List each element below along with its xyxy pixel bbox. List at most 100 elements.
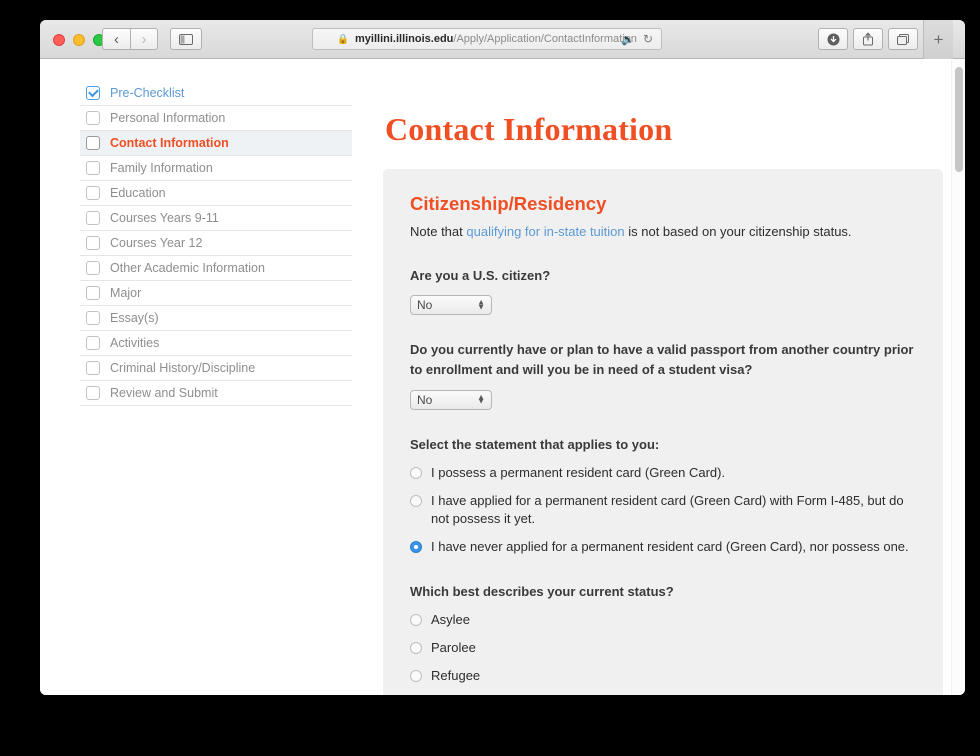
checkbox-icon[interactable]	[86, 211, 100, 225]
sidebar-item-label: Activities	[110, 335, 160, 350]
page-scrollbar[interactable]	[951, 59, 965, 695]
stepper-arrows-icon: ▲ ▼	[477, 392, 485, 406]
current-status-radio-group: Asylee Parolee Refugee Other and my	[410, 611, 916, 695]
checkbox-icon[interactable]	[86, 111, 100, 125]
sidebar-item-major[interactable]: Major	[80, 281, 352, 306]
checkbox-icon[interactable]	[86, 386, 100, 400]
sidebar-item-label: Review and Submit	[110, 385, 218, 400]
radio-option[interactable]: I have applied for a permanent resident …	[410, 492, 916, 530]
sidebar-item-review-and-submit[interactable]: Review and Submit	[80, 381, 352, 406]
forward-button[interactable]: ›	[130, 28, 158, 50]
sidebar-item-contact-information[interactable]: Contact Information	[80, 131, 352, 156]
panel-title: Citizenship/Residency	[410, 193, 607, 214]
stepper-arrows-icon: ▲ ▼	[477, 297, 485, 312]
checkbox-icon[interactable]	[86, 261, 100, 275]
plus-icon: +	[933, 30, 944, 49]
radio-option[interactable]: Refugee	[410, 667, 916, 686]
radio-icon[interactable]	[410, 614, 422, 627]
question-label: Select the statement that applies to you…	[410, 436, 660, 452]
url-text: myillini.illinois.edu/Apply/Application/…	[355, 33, 637, 45]
sidebar-item-label: Major	[110, 285, 142, 300]
sidebar-item-label: Essay(s)	[110, 310, 159, 325]
sidebar-item-label: Other Academic Information	[110, 260, 265, 275]
url-host: myillini.illinois.edu	[355, 33, 454, 45]
radio-icon[interactable]	[410, 494, 422, 507]
checkbox-icon[interactable]	[86, 336, 100, 350]
page-title: Contact Information	[385, 111, 673, 147]
radio-option[interactable]: I have never applied for a permanent res…	[410, 538, 916, 557]
note-prefix: Note that	[410, 224, 467, 239]
sidebar-item-criminal-history-discipline[interactable]: Criminal History/Discipline	[80, 356, 352, 381]
green-card-radio-group: I possess a permanent resident card (Gre…	[410, 464, 916, 557]
page-content: Pre-Checklist Personal Information Conta…	[40, 59, 965, 695]
sidebar-item-courses-years-9-11[interactable]: Courses Years 9-11	[80, 206, 352, 231]
sidebar-item-other-academic-information[interactable]: Other Academic Information	[80, 256, 352, 281]
sidebar-item-label: Personal Information	[110, 110, 226, 125]
tabs-icon	[897, 33, 909, 45]
note-suffix: is not based on your citizenship status.	[624, 224, 852, 239]
radio-icon[interactable]	[410, 466, 422, 479]
download-icon	[827, 33, 839, 45]
close-window-button[interactable]	[53, 34, 65, 46]
checkbox-icon[interactable]	[86, 311, 100, 325]
passport-visa-select-value: No	[417, 392, 433, 407]
us-citizen-select[interactable]: No ▲ ▼	[410, 295, 492, 316]
radio-option-label: Asylee	[431, 612, 471, 628]
minimize-window-button[interactable]	[73, 34, 85, 46]
application-checklist-nav: Pre-Checklist Personal Information Conta…	[80, 81, 352, 406]
radio-option-label: Parolee	[431, 640, 476, 656]
sidebar-item-label: Family Information	[110, 160, 213, 175]
radio-option[interactable]: I possess a permanent resident card (Gre…	[410, 464, 916, 483]
sidebar-item-pre-checklist[interactable]: Pre-Checklist	[80, 81, 352, 106]
reload-icon[interactable]: ↻	[643, 32, 653, 46]
back-button[interactable]: ‹	[102, 28, 130, 50]
sidebar-item-label: Criminal History/Discipline	[110, 360, 256, 375]
us-citizen-select-value: No	[417, 298, 433, 313]
radio-option[interactable]: Asylee	[410, 611, 916, 630]
question-label: Do you currently have or plan to have a …	[410, 342, 914, 378]
sidebar-item-courses-year-12[interactable]: Courses Year 12	[80, 231, 352, 256]
passport-visa-select[interactable]: No ▲ ▼	[410, 389, 492, 410]
address-bar[interactable]: 🔒 myillini.illinois.edu/Apply/Applicatio…	[312, 28, 662, 50]
checkbox-checked-icon[interactable]	[86, 86, 100, 100]
show-tabs-button[interactable]	[888, 28, 918, 50]
sidebar-item-label: Contact Information	[110, 135, 229, 150]
question-green-card-statement: Select the statement that applies to you…	[410, 435, 916, 558]
checkbox-icon[interactable]	[86, 161, 100, 175]
lock-icon: 🔒	[337, 33, 349, 45]
radio-selected-icon[interactable]	[410, 541, 422, 554]
sidebar-item-label: Courses Years 9-11	[110, 210, 219, 225]
new-tab-button[interactable]: +	[923, 20, 953, 59]
url-path: /Apply/Application/ContactInformation	[453, 33, 637, 45]
radio-icon[interactable]	[410, 642, 422, 655]
share-icon	[863, 32, 873, 46]
browser-toolbar: ‹ › 🔒 myillini.illinois.edu/Apply/Applic…	[40, 20, 965, 59]
question-current-status: Which best describes your current status…	[410, 582, 916, 695]
checkbox-icon[interactable]	[86, 186, 100, 200]
radio-option-label: I possess a permanent resident card (Gre…	[431, 464, 726, 480]
sidebar-item-education[interactable]: Education	[80, 181, 352, 206]
sound-icon[interactable]: 🔈	[621, 33, 635, 46]
downloads-button[interactable]	[818, 28, 848, 50]
radio-icon[interactable]	[410, 669, 422, 682]
checkbox-icon[interactable]	[86, 236, 100, 250]
in-state-tuition-link[interactable]: qualifying for in-state tuition	[466, 224, 624, 239]
radio-option[interactable]: Parolee	[410, 639, 916, 658]
question-label: Which best describes your current status…	[410, 584, 674, 600]
checkbox-icon[interactable]	[86, 136, 100, 150]
citizenship-residency-panel: Citizenship/Residency Note that qualifyi…	[383, 169, 943, 695]
sidebar-item-label: Education	[110, 185, 166, 200]
sidebar-item-essays[interactable]: Essay(s)	[80, 306, 352, 331]
sidebar-item-family-information[interactable]: Family Information	[80, 156, 352, 181]
checkbox-icon[interactable]	[86, 361, 100, 375]
checkbox-icon[interactable]	[86, 286, 100, 300]
share-button[interactable]	[853, 28, 883, 50]
scrollbar-thumb[interactable]	[955, 67, 963, 172]
radio-option-label: I have applied for a permanent resident …	[431, 492, 904, 527]
sidebar-item-label: Courses Year 12	[110, 235, 203, 250]
sidebar-item-personal-information[interactable]: Personal Information	[80, 106, 352, 131]
sidebar-item-label: Pre-Checklist	[110, 85, 185, 100]
radio-option-label: Refugee	[431, 667, 481, 683]
sidebar-toggle-button[interactable]	[170, 28, 202, 50]
sidebar-item-activities[interactable]: Activities	[80, 331, 352, 356]
